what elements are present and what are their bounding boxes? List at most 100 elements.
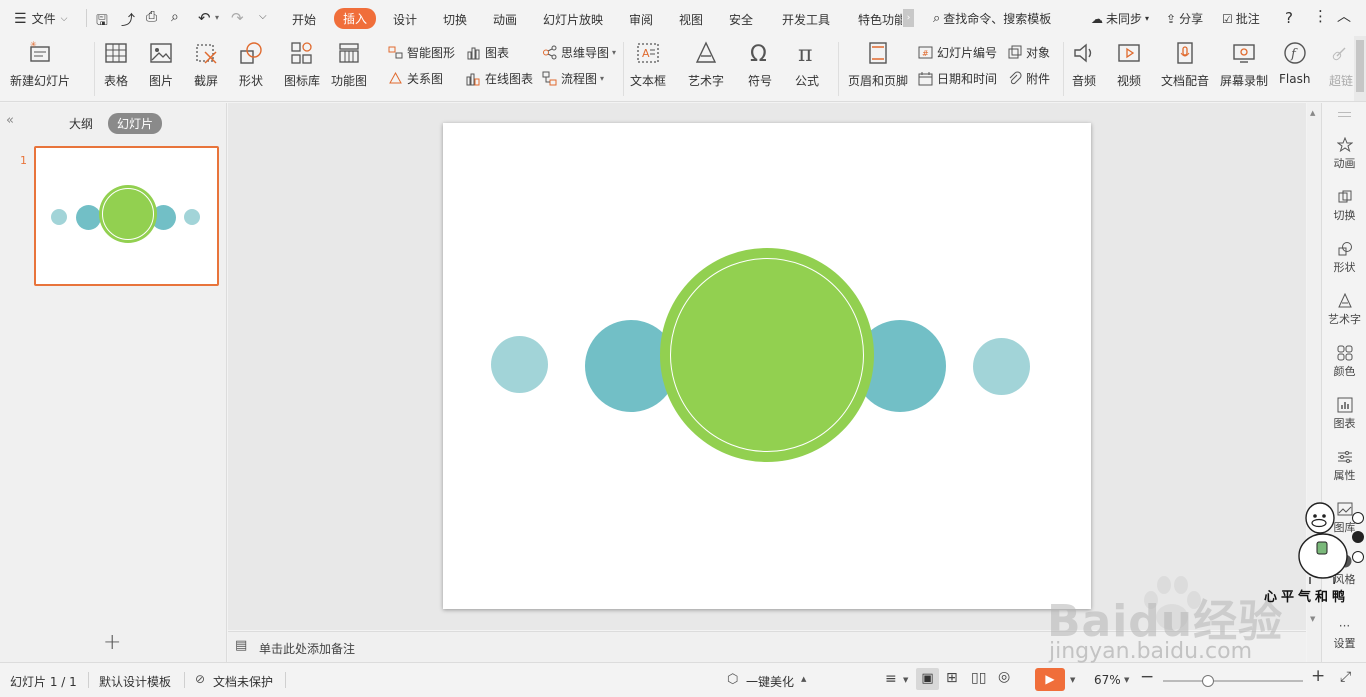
tab-slideshow[interactable]: 幻灯片放映	[543, 11, 603, 28]
slide-thumbnail[interactable]	[34, 146, 219, 286]
preview-icon[interactable]: ⌕	[171, 9, 179, 25]
formula-button[interactable]: π 公式	[794, 40, 820, 89]
export-icon[interactable]: ⤴	[121, 10, 135, 30]
tab-start[interactable]: 开始	[292, 11, 316, 28]
light-teal-circle-right[interactable]	[973, 338, 1030, 395]
scroll-down-icon[interactable]: ▼	[1310, 615, 1315, 623]
print-icon[interactable]: ⎙	[146, 9, 157, 25]
doc-voice-button[interactable]: 文档配音	[1161, 40, 1209, 89]
table-button[interactable]: 表格	[103, 40, 129, 89]
undo-icon[interactable]: ↶	[198, 9, 211, 27]
more-icon[interactable]: ⋮	[1313, 7, 1328, 25]
tab-view[interactable]: 视图	[679, 11, 703, 28]
slide-canvas[interactable]	[443, 123, 1091, 609]
more-dropdown-icon[interactable]: ⌵	[259, 11, 267, 22]
attachment-button[interactable]: 附件	[1007, 70, 1050, 87]
chevron-up-icon[interactable]: ▲	[801, 675, 806, 683]
new-slide-button[interactable]: ✳ 新建幻灯片	[10, 40, 70, 89]
tab-slides[interactable]: 幻灯片	[108, 113, 163, 134]
add-slide-icon[interactable]: +	[103, 630, 121, 655]
fit-window-icon[interactable]: ⤢	[1340, 669, 1351, 685]
zoom-slider[interactable]	[1163, 675, 1303, 687]
chevron-down-icon[interactable]: ▼	[1070, 676, 1075, 684]
collapse-ribbon-icon[interactable]: ︿	[1337, 6, 1351, 26]
redo-icon[interactable]: ↷	[231, 9, 244, 27]
svg-text:π: π	[798, 42, 812, 66]
mind-map-button[interactable]: 思维导图 ▾	[542, 44, 616, 61]
search-box[interactable]: ⌕ 查找命令、搜索模板	[933, 10, 1051, 27]
light-teal-circle-left[interactable]	[491, 336, 548, 393]
symbol-button[interactable]: Ω 符号	[747, 40, 773, 89]
word-art-button[interactable]: 艺术字	[688, 40, 724, 89]
notes-pane[interactable]: ▤ 单击此处添加备注	[228, 631, 1306, 662]
header-footer-button[interactable]: 页眉和页脚	[848, 40, 908, 89]
comment-button[interactable]: ☑ 批注	[1222, 10, 1260, 27]
collapse-panel-icon[interactable]: «	[6, 113, 14, 128]
relation-chart-button[interactable]: 关系图	[388, 70, 443, 87]
presenter-view-icon[interactable]: ◎	[998, 669, 1010, 685]
one-click-beautify-button[interactable]: 一键美化	[746, 673, 794, 690]
play-slideshow-button[interactable]: ▶	[1035, 668, 1065, 691]
slide-number-button[interactable]: # 幻灯片编号	[918, 44, 997, 61]
tab-insert[interactable]: 插入	[334, 8, 377, 29]
tab-outline[interactable]: 大纲	[69, 115, 93, 132]
zoom-out-icon[interactable]: −	[1140, 667, 1154, 687]
save-icon[interactable]: 🖫	[96, 10, 108, 34]
panel-properties[interactable]: 属性	[1322, 449, 1366, 483]
template-name[interactable]: 默认设计模板	[99, 673, 171, 690]
vertical-scrollbar[interactable]: ▲ ▼	[1307, 103, 1321, 662]
chart-button[interactable]: 图表	[466, 44, 509, 61]
zoom-slider-handle[interactable]	[1202, 675, 1214, 687]
notes-toggle-icon[interactable]: ≡	[885, 671, 897, 687]
undo-dropdown-icon[interactable]: ▾	[215, 13, 219, 22]
screen-record-button[interactable]: 屏幕录制	[1220, 40, 1268, 89]
function-chart-button[interactable]: 功能图	[331, 40, 367, 89]
panel-transition[interactable]: 切换	[1322, 189, 1366, 223]
panel-settings[interactable]: ··· 设置	[1322, 620, 1366, 651]
chevron-down-icon[interactable]: ▼	[1124, 676, 1129, 684]
scroll-up-icon[interactable]: ▲	[1310, 109, 1315, 117]
tab-developer[interactable]: 开发工具	[782, 11, 830, 28]
icon-library-button[interactable]: 图标库	[284, 40, 320, 89]
screenshot-button[interactable]: 截屏	[193, 40, 219, 89]
text-box-button[interactable]: A 文本框	[630, 40, 666, 89]
picture-button[interactable]: 图片	[148, 40, 174, 89]
right-task-panel: 动画 切换 形状 艺术字 颜色 图表 属性 图库 风格 ··· 设置	[1321, 103, 1366, 662]
online-chart-button[interactable]: 在线图表	[466, 70, 533, 87]
slide-sorter-icon[interactable]: ⊞	[946, 670, 958, 686]
panel-style[interactable]: 风格	[1322, 553, 1366, 587]
protect-status[interactable]: 文档未保护	[213, 673, 273, 690]
tab-animation[interactable]: 动画	[493, 11, 517, 28]
tab-transition[interactable]: 切换	[443, 11, 467, 28]
tab-scroll-right-icon[interactable]: ›	[903, 9, 914, 27]
tab-review[interactable]: 审阅	[629, 11, 653, 28]
date-time-button[interactable]: 日期和时间	[918, 70, 997, 87]
sync-button[interactable]: ☁ 未同步 ▾	[1091, 10, 1149, 27]
flow-chart-button[interactable]: 流程图 ▾	[542, 70, 604, 87]
panel-word-art[interactable]: 艺术字	[1322, 293, 1366, 327]
normal-view-icon[interactable]: ▣	[916, 668, 939, 690]
share-button[interactable]: ⇪ 分享	[1166, 10, 1203, 27]
zoom-in-icon[interactable]: +	[1311, 666, 1325, 686]
reading-view-icon[interactable]: ▯▯	[971, 670, 986, 686]
panel-color[interactable]: 颜色	[1322, 345, 1366, 379]
zoom-level[interactable]: 67%	[1094, 673, 1121, 687]
object-button[interactable]: 对象	[1007, 44, 1050, 61]
panel-shape[interactable]: 形状	[1322, 241, 1366, 275]
panel-gallery[interactable]: 图库	[1322, 501, 1366, 535]
smart-art-button[interactable]: 智能图形	[388, 44, 455, 61]
panel-chart[interactable]: 图表	[1322, 397, 1366, 431]
video-button[interactable]: 视频	[1116, 40, 1142, 89]
flash-button[interactable]: f Flash	[1279, 40, 1310, 86]
tab-features[interactable]: 特色功能	[858, 11, 902, 28]
help-icon[interactable]: ?	[1285, 9, 1293, 27]
tab-design[interactable]: 设计	[393, 11, 417, 28]
tab-security[interactable]: 安全	[729, 11, 753, 28]
shape-button[interactable]: 形状	[238, 40, 264, 89]
audio-button[interactable]: 音频	[1071, 40, 1097, 89]
hyperlink-button[interactable]: 超链	[1329, 40, 1353, 89]
panel-animation[interactable]: 动画	[1322, 137, 1366, 171]
chevron-down-icon[interactable]: ▼	[903, 676, 908, 684]
ribbon-scrollbar[interactable]	[1354, 36, 1366, 101]
file-menu[interactable]: ☰ 文件 ⌵	[14, 10, 67, 27]
